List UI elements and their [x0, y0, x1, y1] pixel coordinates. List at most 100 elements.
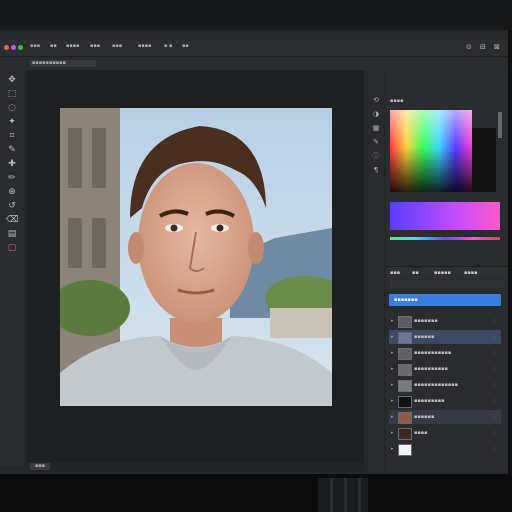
monitor-stand — [318, 478, 368, 512]
tab-paths[interactable]: ▪▪▪▪▪ — [434, 270, 451, 276]
layer-row[interactable]: ▸ ▪▪▪▪▪▪ ⋮ — [389, 330, 501, 344]
visibility-icon[interactable]: ▸ — [391, 350, 394, 356]
visibility-icon[interactable]: ▸ — [391, 334, 394, 340]
lock-icon[interactable]: ⋮ — [492, 334, 497, 340]
menu-bar: ▪▪▪ ▪▪ ▪▪▪▪ ▪▪▪ ▪▪▪ ▪▪▪▪ ▪ ▪ ▪▪ ⊙ ⊟ ⊠ — [0, 40, 508, 56]
lasso-icon[interactable]: ◌ — [6, 102, 18, 114]
brush-icon[interactable]: ✏ — [6, 172, 18, 184]
color-swatch-icon[interactable]: ▢ — [6, 242, 18, 254]
eyedropper-icon[interactable]: ✎ — [6, 144, 18, 156]
visibility-icon[interactable]: ▸ — [391, 382, 394, 388]
crop-icon[interactable]: ⌗ — [6, 130, 18, 142]
layer-row[interactable]: ▸ ▪▪▪▪ ⋮ — [389, 426, 501, 440]
menu-item[interactable]: ▪ ▪ — [164, 43, 172, 49]
panel-icon-strip: ⟲ ◑ ▦ ✎ ⓘ ¶ — [368, 70, 384, 472]
layer-thumbnail — [398, 396, 412, 408]
lock-icon[interactable]: ⋮ — [492, 318, 497, 324]
menu-item[interactable]: ▪▪▪ — [30, 43, 40, 49]
eraser-icon[interactable]: ⌫ — [6, 214, 19, 226]
healing-brush-icon[interactable]: ✚ — [6, 158, 18, 170]
tools-panel: ✥ ⬚ ◌ ✦ ⌗ ✎ ✚ ✏ ⊕ ↺ ⌫ ▤ ▢ — [0, 70, 24, 466]
color-preview — [472, 128, 496, 192]
menu-item[interactable]: ▪▪▪▪ — [138, 43, 152, 49]
layer-name: ▪▪▪▪▪▪▪▪▪▪ — [414, 366, 448, 372]
lock-icon[interactable]: ⋮ — [492, 446, 497, 452]
layer-name: ▪▪▪▪▪▪▪▪▪▪▪▪▪ — [414, 382, 459, 388]
lock-icon[interactable]: ⋮ — [492, 382, 497, 388]
swatch-icon[interactable]: ▦ — [372, 124, 380, 132]
lock-icon[interactable]: ⋮ — [492, 398, 497, 404]
canvas-workspace[interactable] — [26, 70, 364, 462]
marquee-icon[interactable]: ⬚ — [6, 88, 18, 100]
layer-name: ▪▪▪▪▪▪▪ — [414, 318, 438, 324]
paragraph-icon[interactable]: ¶ — [372, 166, 380, 174]
lock-icon[interactable]: ⋮ — [492, 414, 497, 420]
layer-filter-row[interactable] — [390, 280, 504, 288]
tab-channels[interactable]: ▪▪ — [412, 270, 419, 276]
panel-scrollbar[interactable] — [498, 112, 502, 138]
selected-layer-row[interactable]: ▪▪▪▪▪▪▪ — [389, 294, 501, 306]
tab-adjust[interactable]: ▪▪▪▪ — [464, 270, 478, 276]
history-icon[interactable]: ⟲ — [372, 96, 380, 104]
selected-layer-label: ▪▪▪▪▪▪▪ — [394, 297, 418, 303]
clone-stamp-icon[interactable]: ⊕ — [6, 186, 18, 198]
zoom-dot[interactable] — [18, 45, 23, 50]
window-control-icon[interactable]: ⊙ — [466, 43, 472, 51]
options-bar: ▪▪▪▪▪▪▪▪▪▪ — [0, 56, 508, 71]
menu-item[interactable]: ▪▪▪ — [90, 43, 100, 49]
tool-preset-field[interactable]: ▪▪▪▪▪▪▪▪▪▪ — [30, 60, 96, 67]
visibility-icon[interactable]: ▸ — [391, 398, 394, 404]
history-brush-icon[interactable]: ↺ — [6, 200, 18, 212]
visibility-icon[interactable]: ▸ — [391, 430, 394, 436]
layer-thumbnail — [398, 316, 412, 328]
layer-thumbnail — [398, 444, 412, 456]
editor-window: ▪▪▪ ▪▪ ▪▪▪▪ ▪▪▪ ▪▪▪ ▪▪▪▪ ▪ ▪ ▪▪ ⊙ ⊟ ⊠ ▪▪… — [0, 30, 510, 474]
layer-row[interactable]: ▸ ▪▪▪▪▪▪▪▪▪▪▪ ⋮ — [389, 346, 501, 360]
layer-name: ▪▪▪▪▪▪ — [414, 334, 435, 340]
brush-settings-icon[interactable]: ✎ — [372, 138, 380, 146]
lock-icon[interactable]: ⋮ — [492, 350, 497, 356]
document-canvas[interactable] — [60, 108, 332, 406]
move-icon[interactable]: ✥ — [6, 74, 18, 86]
menu-item[interactable]: ▪▪▪ — [112, 43, 122, 49]
color-panel-title[interactable]: ▪▪▪▪ — [390, 98, 404, 104]
info-icon[interactable]: ⓘ — [372, 152, 380, 160]
hue-slider[interactable] — [390, 237, 500, 240]
minimize-dot[interactable] — [11, 45, 16, 50]
layer-row[interactable]: ▸ ▪▪▪▪▪▪ ⋮ — [389, 410, 501, 424]
lock-icon[interactable]: ⋮ — [492, 430, 497, 436]
menu-item[interactable]: ▪▪ — [182, 43, 189, 49]
layer-row[interactable]: ▸ ⋮ — [389, 442, 501, 456]
visibility-icon[interactable]: ▸ — [391, 318, 394, 324]
layer-row[interactable]: ▸ ▪▪▪▪▪▪▪▪▪▪ ⋮ — [389, 362, 501, 376]
layer-thumbnail — [398, 412, 412, 424]
zoom-field[interactable]: ▪▪▪ — [30, 463, 50, 470]
menu-item[interactable]: ▪▪▪▪ — [66, 43, 80, 49]
layer-row[interactable]: ▸ ▪▪▪▪▪▪▪▪▪ ⋮ — [389, 394, 501, 408]
gradient-icon[interactable]: ▤ — [6, 228, 18, 240]
layers-tabs: ▪▪▪ ▪▪ ▪▪▪▪▪ ▪▪▪▪ — [386, 266, 508, 279]
layer-thumbnail — [398, 428, 412, 440]
visibility-icon[interactable]: ▸ — [391, 414, 394, 420]
visibility-icon[interactable]: ▸ — [391, 366, 394, 372]
adjust-icon[interactable]: ◑ — [372, 110, 380, 118]
layer-thumbnail — [398, 332, 412, 344]
close-dot[interactable] — [4, 45, 9, 50]
window-control-icon[interactable]: ⊟ — [480, 43, 486, 51]
layer-thumbnail — [398, 348, 412, 360]
lock-icon[interactable]: ⋮ — [492, 366, 497, 372]
layer-thumbnail — [398, 364, 412, 376]
magic-wand-icon[interactable]: ✦ — [6, 116, 18, 128]
tab-layers[interactable]: ▪▪▪ — [390, 270, 400, 276]
layer-name: ▪▪▪▪ — [414, 430, 428, 436]
layer-row[interactable]: ▸ ▪▪▪▪▪▪▪▪▪▪▪▪▪ ⋮ — [389, 378, 501, 392]
monitor-stand-base — [0, 474, 512, 512]
monitor-bezel — [0, 0, 512, 30]
layer-row[interactable]: ▸ ▪▪▪▪▪▪▪ ⋮ — [389, 314, 501, 328]
visibility-icon[interactable]: ▸ — [391, 446, 394, 452]
shade-layer — [390, 110, 472, 192]
menu-item[interactable]: ▪▪ — [50, 43, 57, 49]
color-ramp[interactable] — [390, 202, 500, 230]
window-control-icon[interactable]: ⊠ — [494, 43, 500, 51]
color-picker-field[interactable] — [390, 110, 472, 192]
